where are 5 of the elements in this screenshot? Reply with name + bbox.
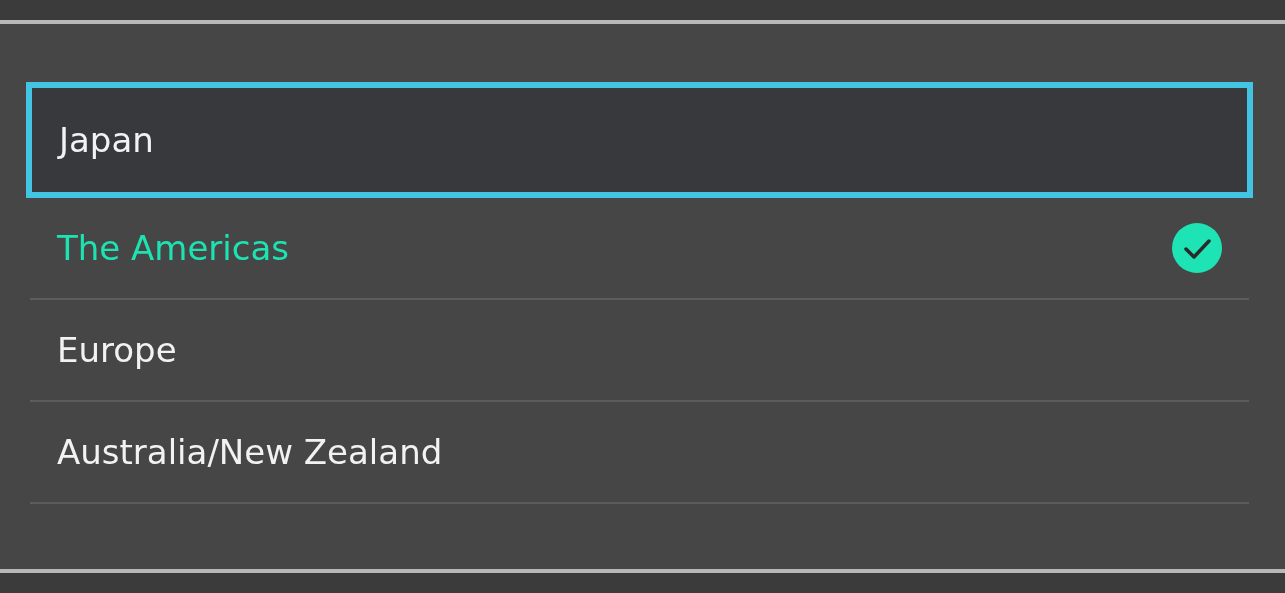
region-option[interactable]: The Americas <box>30 198 1249 300</box>
region-option[interactable]: Australia/New Zealand <box>30 402 1249 504</box>
region-option[interactable]: Europe <box>30 300 1249 402</box>
check-icon <box>1171 222 1223 274</box>
region-option[interactable]: Japan <box>26 82 1253 198</box>
